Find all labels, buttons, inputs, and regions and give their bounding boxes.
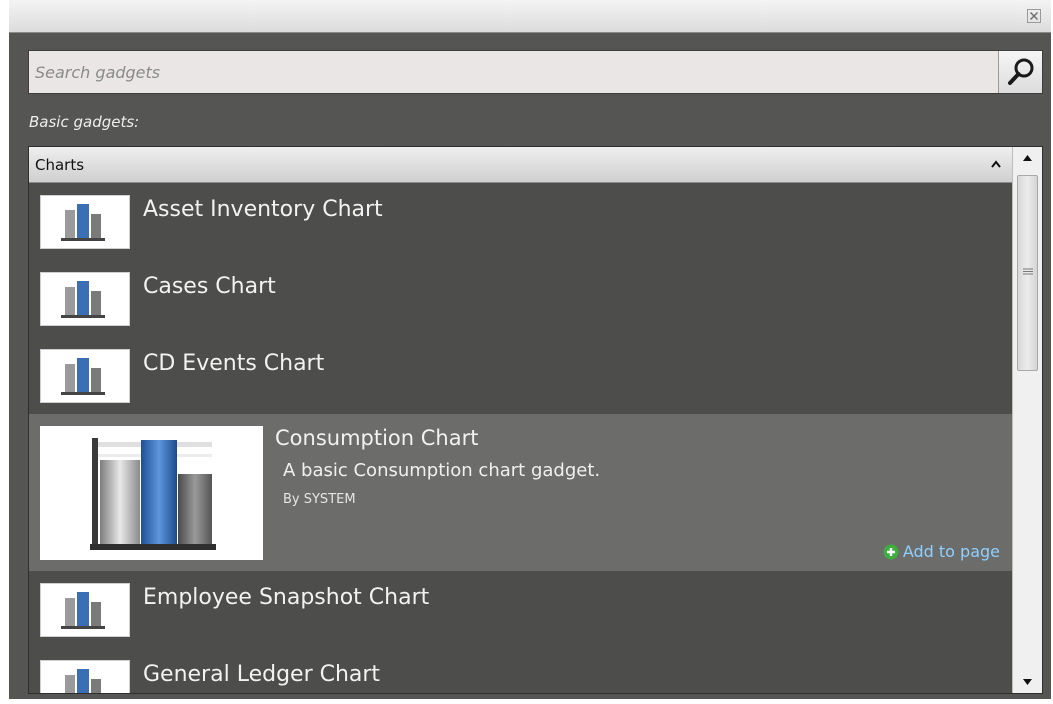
- scrollbar-thumb[interactable]: [1017, 175, 1038, 371]
- scroll-down-arrow-icon[interactable]: [1013, 671, 1042, 693]
- bar-chart-thumbnail-icon: [40, 660, 130, 693]
- chevron-up-icon[interactable]: [990, 159, 1002, 169]
- gadget-row-consumption-chart[interactable]: Consumption Chart A basic Consumption ch…: [29, 414, 1012, 571]
- close-icon[interactable]: [1027, 9, 1041, 23]
- gadget-title: General Ledger Chart: [143, 662, 381, 687]
- section-label: Basic gadgets:: [29, 113, 140, 131]
- category-header-charts[interactable]: Charts: [29, 147, 1012, 183]
- bar-chart-thumbnail-icon: [40, 195, 130, 249]
- bar-chart-thumbnail-icon: [40, 272, 130, 326]
- search-button[interactable]: [998, 51, 1042, 93]
- gadget-row-asset-inventory-chart[interactable]: Asset Inventory Chart: [29, 183, 1012, 260]
- bar-chart-thumbnail-icon: [40, 349, 130, 403]
- gadget-title: Employee Snapshot Chart: [143, 585, 430, 610]
- grip-icon: [1023, 268, 1033, 275]
- bar-chart-thumbnail-icon: [40, 583, 130, 637]
- plus-circle-icon: [883, 544, 899, 559]
- gadget-row-general-ledger-chart[interactable]: General Ledger Chart: [29, 648, 1012, 693]
- gadget-row-employee-snapshot-chart[interactable]: Employee Snapshot Chart: [29, 571, 1012, 648]
- gadget-author: By SYSTEM: [283, 492, 356, 507]
- search-input[interactable]: [29, 51, 992, 93]
- scroll-up-arrow-icon[interactable]: [1013, 147, 1042, 169]
- gadget-description: A basic Consumption chart gadget.: [283, 460, 601, 481]
- search-icon: [1008, 58, 1034, 85]
- add-to-page-link[interactable]: Add to page: [883, 542, 1000, 561]
- gadget-list-panel: Charts Asset Inventory Chart Cases Chart…: [28, 146, 1043, 694]
- search-box: [28, 50, 1043, 94]
- gadget-title: CD Events Chart: [143, 351, 325, 376]
- gadget-picker-dialog: Basic gadgets: Charts Asset Inventory Ch…: [9, 0, 1051, 699]
- gadget-title: Asset Inventory Chart: [143, 197, 383, 222]
- dialog-titlebar: [9, 0, 1051, 33]
- add-to-page-label: Add to page: [902, 542, 1000, 561]
- category-label: Charts: [35, 156, 85, 174]
- bar-chart-thumbnail-icon: [40, 426, 263, 560]
- gadget-row-cd-events-chart[interactable]: CD Events Chart: [29, 337, 1012, 414]
- gadget-list: Asset Inventory Chart Cases Chart CD Eve…: [29, 183, 1012, 693]
- gadget-row-cases-chart[interactable]: Cases Chart: [29, 260, 1012, 337]
- gadget-title: Consumption Chart: [275, 426, 479, 450]
- gadget-title: Cases Chart: [143, 274, 276, 299]
- vertical-scrollbar[interactable]: [1012, 147, 1042, 693]
